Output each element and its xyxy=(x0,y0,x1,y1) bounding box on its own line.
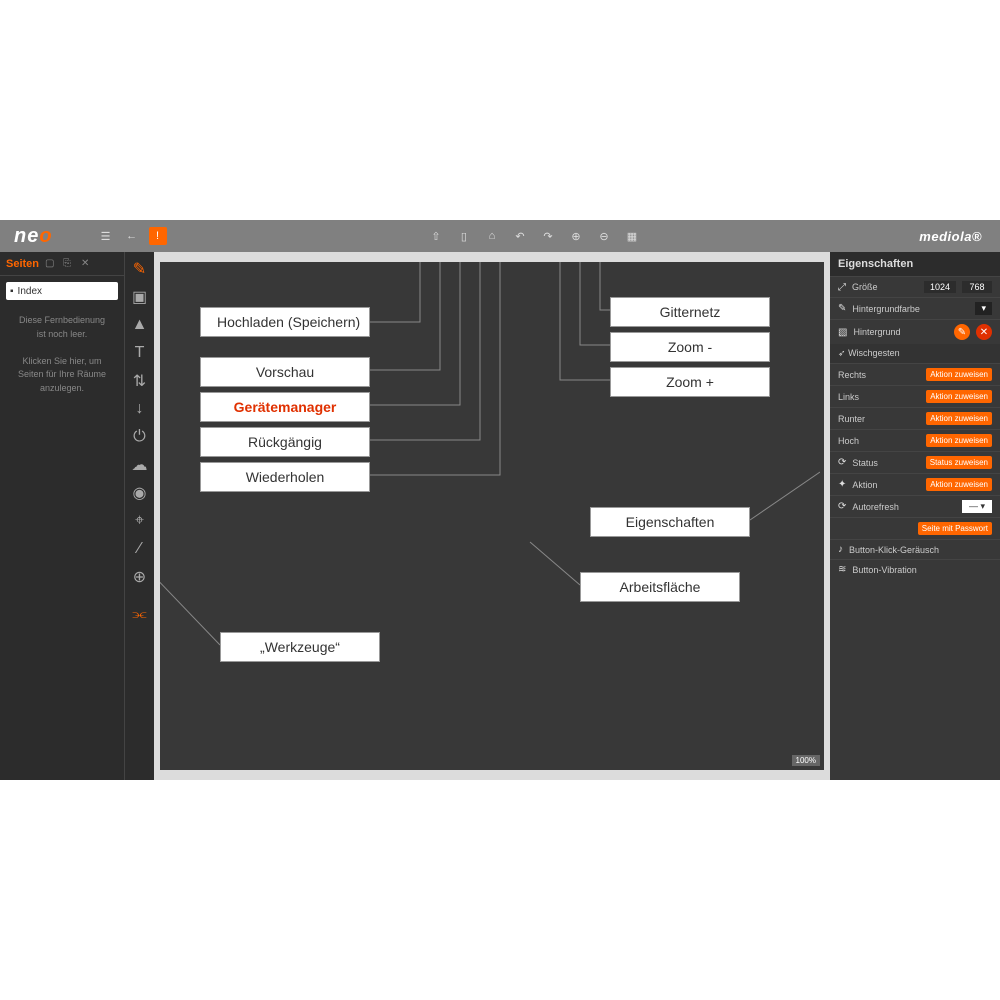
help-line: Seiten für Ihre Räume xyxy=(10,368,114,382)
callout-zoomout: Zoom - xyxy=(610,332,770,362)
warning-icon[interactable]: ! xyxy=(149,227,167,245)
bgcolor-label: Hintergrundfarbe xyxy=(852,304,969,314)
assign-right-button[interactable]: Aktion zuweisen xyxy=(926,368,992,381)
vibration-label: Button-Vibration xyxy=(852,565,992,575)
callout-tools: „Werkzeuge“ xyxy=(220,632,380,662)
callout-preview: Vorschau xyxy=(200,357,370,387)
callout-undo: Rückgängig xyxy=(200,427,370,457)
callout-redo: Wiederholen xyxy=(200,462,370,492)
button-tool-icon[interactable]: ▣ xyxy=(131,288,149,306)
action-label: Aktion xyxy=(852,480,920,490)
help-line: Diese Fernbedienung xyxy=(10,314,114,328)
edit-bg-button[interactable]: ✎ xyxy=(954,324,970,340)
tool-strip: ✎ ▣ ▲ T ⇅ ↓ ⏻ ☁ ◉ ⌖ ∕ ⊕ ⫘ xyxy=(124,252,154,780)
size-label: Größe xyxy=(852,282,918,292)
page-icon: ▪ xyxy=(10,286,14,297)
size-height[interactable]: 768 xyxy=(962,281,992,293)
logo-accent: o xyxy=(39,225,52,247)
redo-icon[interactable]: ↷ xyxy=(539,227,557,245)
properties-title: Eigenschaften xyxy=(830,252,1000,276)
cloud-tool-icon[interactable]: ☁ xyxy=(131,456,149,474)
refresh-icon: ⟳ xyxy=(838,457,846,468)
sidebar-help-text: Diese Fernbedienung ist noch leer. Klick… xyxy=(0,306,124,403)
device-icon[interactable]: ▯ xyxy=(455,227,473,245)
gear-icon: ✦ xyxy=(838,479,846,490)
help-line: ist noch leer. xyxy=(10,328,114,342)
callout-props: Eigenschaften xyxy=(590,507,750,537)
canvas-area: Hochladen (Speichern) Vorschau Geräteman… xyxy=(154,252,830,780)
home-icon[interactable]: ⌂ xyxy=(483,227,501,245)
page-index-row[interactable]: ▪ Index xyxy=(6,282,118,300)
assign-action-button[interactable]: Aktion zuweisen xyxy=(926,478,992,491)
vibration-icon: ≋ xyxy=(838,564,846,575)
properties-panel: Eigenschaften ⤢ Größe 1024 768 ✎ Hinterg… xyxy=(830,252,1000,780)
gesture-down: Runter xyxy=(838,414,920,424)
callout-zoomin: Zoom + xyxy=(610,367,770,397)
autorefresh-select[interactable]: — ▾ xyxy=(962,500,992,513)
text-tool-icon[interactable]: T xyxy=(131,344,149,362)
delete-bg-button[interactable]: ✕ xyxy=(976,324,992,340)
add-page-icon[interactable]: ▢ xyxy=(45,258,57,270)
autorefresh-label: Autorefresh xyxy=(852,502,956,512)
gesture-up: Hoch xyxy=(838,436,920,446)
copy-page-icon[interactable]: ⎘ xyxy=(63,258,75,270)
brush-tool-icon[interactable]: ∕ xyxy=(131,540,149,558)
zoom-out-icon[interactable]: ⊖ xyxy=(595,227,613,245)
zoom-badge: 100% xyxy=(792,755,820,766)
sidebar-tab-pages[interactable]: Seiten xyxy=(6,258,39,270)
bgcolor-swatch[interactable]: ▾ xyxy=(975,302,992,315)
back-icon[interactable]: ← xyxy=(123,227,141,245)
logo-text: ne xyxy=(14,225,39,247)
pencil-icon[interactable]: ✎ xyxy=(131,260,149,278)
callout-grid: Gitternetz xyxy=(610,297,770,327)
power-icon[interactable]: ⏻ xyxy=(131,428,149,446)
globe-tool-icon[interactable]: ◉ xyxy=(131,484,149,502)
brand-label: mediola® xyxy=(901,229,1000,244)
undo-icon[interactable]: ↶ xyxy=(511,227,529,245)
callout-devmgr: Gerätemanager xyxy=(200,392,370,422)
assign-status-button[interactable]: Status zuweisen xyxy=(926,456,992,469)
slider-tool-icon[interactable]: ⇅ xyxy=(131,372,149,390)
image-tool-icon[interactable]: ▲ xyxy=(131,316,149,334)
image-icon: ▧ xyxy=(838,327,847,338)
arrow-tool-icon[interactable]: ↓ xyxy=(131,400,149,418)
bg-label: Hintergrund xyxy=(853,327,948,337)
autorefresh-icon: ⟳ xyxy=(838,501,846,512)
paint-icon: ✎ xyxy=(838,303,846,314)
share-tool-icon[interactable]: ⫘ xyxy=(131,606,149,624)
gestures-label: Wischgesten xyxy=(848,348,900,358)
add-tool-icon[interactable]: ⊕ xyxy=(131,568,149,586)
status-label: Status xyxy=(852,458,919,468)
grid-icon[interactable]: ▦ xyxy=(623,227,641,245)
callout-workspace: Arbeitsfläche xyxy=(580,572,740,602)
menu-icon[interactable]: ☰ xyxy=(97,227,115,245)
workspace-canvas[interactable]: Hochladen (Speichern) Vorschau Geräteman… xyxy=(160,262,824,770)
callout-upload: Hochladen (Speichern) xyxy=(200,307,370,337)
upload-icon[interactable]: ⇧ xyxy=(427,227,445,245)
delete-page-icon[interactable]: ✕ xyxy=(81,258,93,270)
password-button[interactable]: Seite mit Passwort xyxy=(918,522,992,535)
gestures-section: ➶ Wischgesten xyxy=(830,344,1000,363)
pages-sidebar: Seiten ▢ ⎘ ✕ ▪ Index Diese Fernbedienung… xyxy=(0,252,124,780)
resize-icon: ⤢ xyxy=(838,282,846,293)
sound-label: Button-Klick-Geräusch xyxy=(849,545,992,555)
help-line: anzulegen. xyxy=(10,382,114,396)
size-width[interactable]: 1024 xyxy=(924,281,956,293)
assign-up-button[interactable]: Aktion zuweisen xyxy=(926,434,992,447)
gesture-left: Links xyxy=(838,392,920,402)
top-toolbar: neo ☰ ← ! ⇧ ▯ ⌂ ↶ ↷ ⊕ ⊖ ▦ mediola® xyxy=(0,220,1000,252)
sound-icon: ♪ xyxy=(838,544,843,555)
app-logo: neo xyxy=(0,225,67,248)
page-index-label: Index xyxy=(18,286,42,297)
assign-down-button[interactable]: Aktion zuweisen xyxy=(926,412,992,425)
assign-left-button[interactable]: Aktion zuweisen xyxy=(926,390,992,403)
zoom-in-icon[interactable]: ⊕ xyxy=(567,227,585,245)
gesture-right: Rechts xyxy=(838,370,920,380)
help-line: Klicken Sie hier, um xyxy=(10,355,114,369)
tag-tool-icon[interactable]: ⌖ xyxy=(131,512,149,530)
gesture-icon: ➶ xyxy=(838,348,846,358)
